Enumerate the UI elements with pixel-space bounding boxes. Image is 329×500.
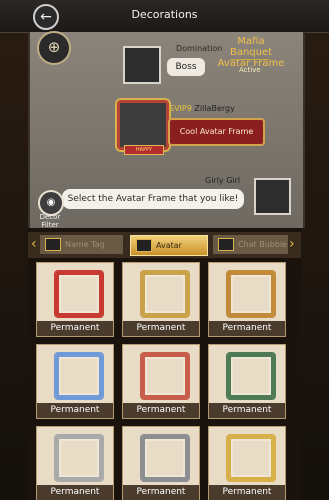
message3-bubble: Select the Avatar Frame that you like! bbox=[62, 189, 244, 209]
avatar-frame-item[interactable]: Permanent bbox=[122, 426, 200, 500]
avatar-frame-icon bbox=[227, 353, 275, 399]
display-mode-button[interactable]: ⊕ bbox=[37, 31, 71, 65]
duration-label: Permanent bbox=[37, 403, 113, 418]
avatar-frame-icon bbox=[136, 239, 152, 252]
avatar-frame-item[interactable]: Permanent bbox=[122, 344, 200, 419]
tabs-left-arrow-icon[interactable]: ‹ bbox=[31, 235, 37, 253]
message2-sender-name: ZillaBergy bbox=[194, 104, 235, 113]
decorations-screen: ← Decorations ⊕ Mafia Banquet Avatar Fra… bbox=[0, 0, 329, 500]
filter-icon: ◉ bbox=[46, 197, 56, 208]
duration-label: Permanent bbox=[209, 321, 285, 336]
avatar-frame-icon bbox=[55, 353, 103, 399]
duration-label: Permanent bbox=[209, 403, 285, 418]
duration-label: Permanent bbox=[37, 485, 113, 500]
name-tag-icon bbox=[45, 238, 61, 251]
left-background bbox=[0, 0, 28, 500]
avatar-frame-item[interactable]: Permanent bbox=[122, 262, 200, 337]
page-title: Decorations bbox=[131, 8, 198, 21]
duration-label: Permanent bbox=[123, 403, 199, 418]
header-bar: ← Decorations bbox=[0, 0, 329, 33]
avatar-frame-icon bbox=[141, 353, 189, 399]
chat-bubble-icon bbox=[218, 238, 234, 251]
avatar-frame-icon bbox=[55, 271, 103, 317]
avatar-frame-item[interactable]: Permanent bbox=[208, 344, 286, 419]
avatar-frame-preview: HAPPY bbox=[117, 100, 169, 155]
tabs-right-arrow-icon[interactable]: › bbox=[289, 235, 295, 253]
frame-banner: HAPPY bbox=[124, 145, 164, 155]
avatar-frame-item[interactable]: Permanent bbox=[36, 426, 114, 500]
message3-avatar bbox=[254, 178, 291, 215]
message2-bubble: Cool Avatar Frame bbox=[168, 118, 265, 146]
category-tabs: Name Tag Avatar Frame Chat Bubble bbox=[28, 232, 301, 269]
message1-sender: Domination bbox=[176, 44, 223, 53]
message1-bubble: Boss bbox=[167, 58, 205, 76]
tab-avatar-frame[interactable]: Avatar Frame bbox=[130, 235, 208, 269]
vip-badge: SVIP9 bbox=[169, 104, 192, 113]
avatar-frame-item[interactable]: Permanent bbox=[208, 262, 286, 337]
duration-label: Permanent bbox=[37, 321, 113, 336]
message3-sender: Girly Girl bbox=[205, 176, 241, 185]
status-label: Active bbox=[239, 66, 261, 74]
item-grid: Permanent Permanent Permanent Permanent Perm… bbox=[36, 262, 292, 500]
duration-label: Permanent bbox=[209, 485, 285, 500]
compass-icon: ⊕ bbox=[47, 38, 61, 56]
avatar-frame-item[interactable]: Permanent bbox=[208, 426, 286, 500]
avatar-frame-icon bbox=[55, 435, 103, 481]
duration-label: Permanent bbox=[123, 321, 199, 336]
avatar-frame-icon bbox=[141, 435, 189, 481]
ornament-divider bbox=[230, 59, 270, 64]
avatar-frame-icon bbox=[227, 271, 275, 317]
tab-label: Chat Bubble bbox=[238, 240, 288, 249]
avatar-frame-item[interactable]: Permanent bbox=[36, 344, 114, 419]
message1-avatar bbox=[123, 46, 161, 84]
avatar-frame-icon bbox=[141, 271, 189, 317]
tab-chat-bubble[interactable]: Chat Bubble bbox=[213, 235, 288, 254]
avatar-frame-item[interactable]: Permanent bbox=[36, 262, 114, 337]
duration-label: Permanent bbox=[123, 485, 199, 500]
avatar-frame-icon bbox=[227, 435, 275, 481]
tab-label: Name Tag bbox=[65, 240, 105, 249]
decor-filter-label: Decor Filter bbox=[39, 213, 61, 229]
tab-name-tag[interactable]: Name Tag bbox=[40, 235, 123, 254]
right-background bbox=[301, 0, 329, 500]
message2-sender: SVIP9 ZillaBergy bbox=[169, 104, 235, 113]
selected-frame-name: Mafia Banquet Avatar Frame bbox=[217, 36, 285, 69]
